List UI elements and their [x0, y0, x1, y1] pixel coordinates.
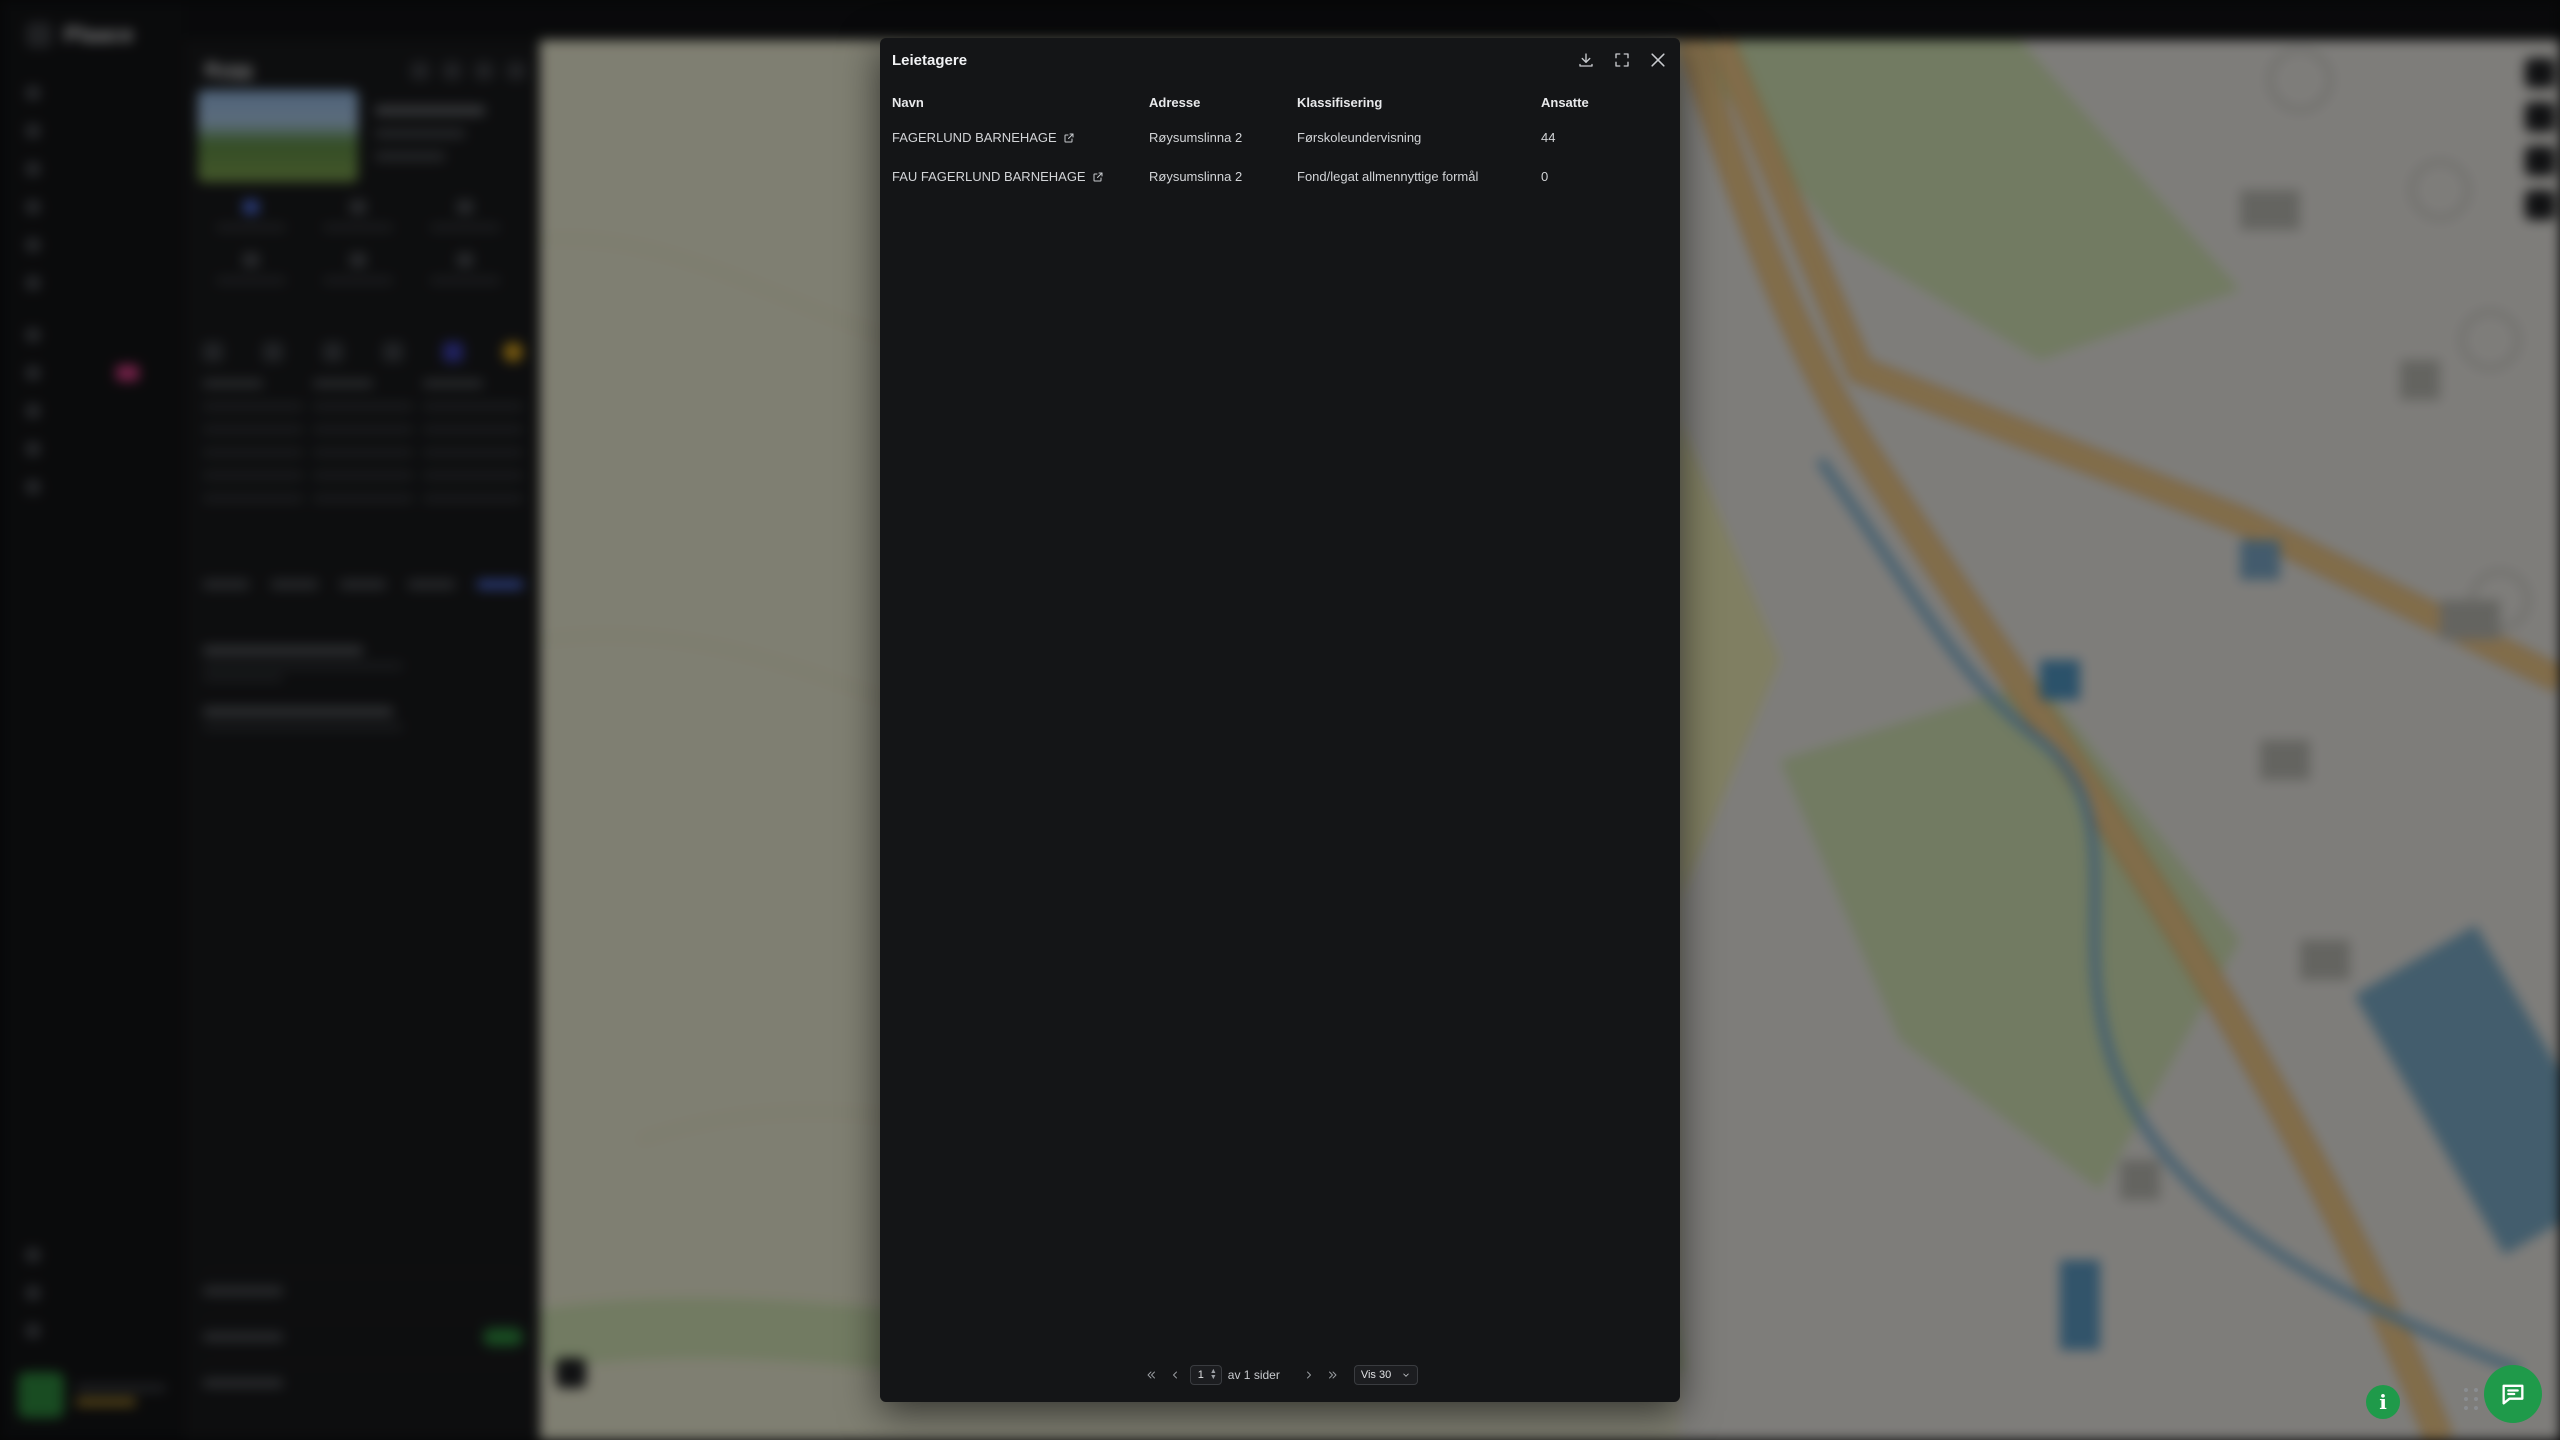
table-header: Navn Adresse Klassifisering Ansatte: [892, 86, 1668, 118]
page-count-text: av 1 sider: [1227, 1368, 1280, 1382]
tenant-employees: 0: [1541, 169, 1549, 184]
table-row[interactable]: FAU FAGERLUND BARNEHAGE Røysumslinna 2 F…: [892, 157, 1668, 196]
info-button[interactable]: i: [2366, 1385, 2400, 1419]
external-link-icon[interactable]: [1092, 171, 1104, 183]
tenant-address: Røysumslinna 2: [1149, 169, 1243, 184]
page-size-value: Vis 30: [1360, 1369, 1392, 1381]
chat-icon: [2502, 1384, 2524, 1405]
column-header-address[interactable]: Adresse: [1149, 95, 1297, 110]
chevron-left-icon: [1172, 1371, 1177, 1379]
chat-button[interactable]: [2484, 1365, 2542, 1423]
double-chevron-left-icon: [1147, 1371, 1155, 1379]
tenant-classification: Førskoleundervisning: [1297, 130, 1422, 145]
table-row[interactable]: FAGERLUND BARNEHAGE Røysumslinna 2 Førsk…: [892, 118, 1668, 157]
page-size-select[interactable]: Vis 30: [1353, 1365, 1419, 1385]
fullscreen-icon: [1615, 53, 1629, 67]
external-link-icon[interactable]: [1063, 132, 1075, 144]
column-header-name[interactable]: Navn: [892, 95, 1149, 110]
previous-page-button[interactable]: [1166, 1366, 1184, 1384]
modal-title: Leietagere: [892, 52, 968, 69]
double-chevron-right-icon: [1328, 1371, 1337, 1379]
tenants-modal: Leietagere Navn Adresse Klassifisering A…: [880, 38, 1680, 1402]
download-button[interactable]: [1574, 48, 1598, 72]
tenant-employees: 44: [1541, 130, 1556, 145]
page-number-input[interactable]: 1 ▲ ▼: [1189, 1365, 1222, 1385]
tenant-name: FAU FAGERLUND BARNEHAGE: [892, 169, 1086, 184]
drag-handle[interactable]: [2464, 1388, 2480, 1412]
info-icon: i: [2379, 1390, 2387, 1414]
close-icon: [1651, 53, 1665, 67]
chevron-right-icon: [1306, 1371, 1311, 1379]
tenant-name-cell: FAU FAGERLUND BARNEHAGE: [892, 169, 1149, 184]
chevron-down-icon: [1403, 1373, 1409, 1377]
pagination: 1 ▲ ▼ av 1 sider Vis 30: [880, 1365, 1680, 1385]
last-page-button[interactable]: [1324, 1366, 1342, 1384]
fullscreen-button[interactable]: [1610, 48, 1634, 72]
tenant-name-cell: FAGERLUND BARNEHAGE: [892, 130, 1149, 145]
download-icon: [1579, 53, 1593, 67]
column-header-employees[interactable]: Ansatte: [1541, 95, 1668, 110]
stepper-icon[interactable]: ▲ ▼: [1210, 1368, 1217, 1381]
modal-actions: [1574, 48, 1670, 72]
tenants-table: Navn Adresse Klassifisering Ansatte FAGE…: [892, 86, 1668, 196]
page-number-value: 1: [1197, 1369, 1204, 1381]
tenant-address: Røysumslinna 2: [1149, 130, 1243, 145]
tenant-classification: Fond/legat allmennyttige formål: [1297, 169, 1479, 184]
column-header-classification[interactable]: Klassifisering: [1297, 95, 1541, 110]
first-page-button[interactable]: [1142, 1366, 1160, 1384]
tenant-name: FAGERLUND BARNEHAGE: [892, 130, 1057, 145]
close-button[interactable]: [1646, 48, 1670, 72]
next-page-button[interactable]: [1300, 1366, 1318, 1384]
